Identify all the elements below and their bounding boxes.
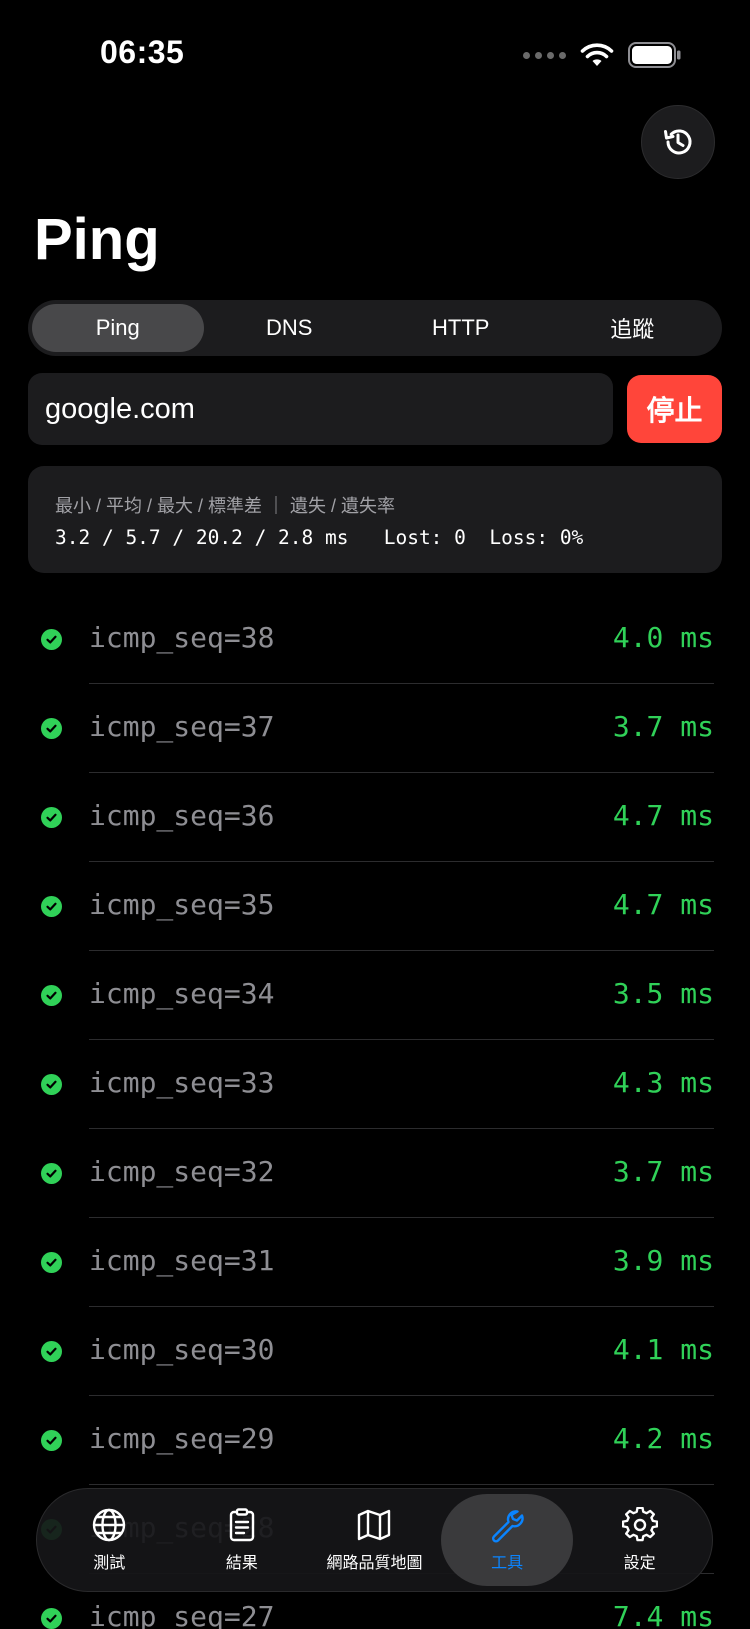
- ping-row: icmp_seq=33 4.3 ms: [0, 1040, 750, 1129]
- tab-results-label: 結果: [225, 1555, 258, 1572]
- segment-traceroute[interactable]: 追蹤: [547, 304, 719, 352]
- stats-label: 最小 / 平均 / 最大 / 標準差 ｜ 遺失 / 遺失率: [55, 496, 396, 516]
- segment-dns[interactable]: DNS: [204, 304, 376, 352]
- segment-ping[interactable]: Ping: [32, 304, 204, 352]
- ping-row: icmp_seq=30 4.1 ms: [0, 1307, 750, 1396]
- ping-rtt: 4.7 ms: [612, 799, 714, 832]
- ping-row: icmp_seq=37 3.7 ms: [0, 684, 750, 773]
- ping-seq: icmp_seq=37: [89, 710, 275, 743]
- ping-seq: icmp_seq=30: [89, 1333, 275, 1366]
- ping-row: icmp_seq=36 4.7 ms: [0, 773, 750, 862]
- battery-icon: [628, 42, 681, 68]
- ping-rtt: 3.5 ms: [612, 977, 714, 1010]
- success-check-icon: [41, 985, 62, 1006]
- history-button[interactable]: [641, 105, 715, 179]
- ping-row: icmp_seq=31 3.9 ms: [0, 1218, 750, 1307]
- stats-card: 最小 / 平均 / 最大 / 標準差 ｜ 遺失 / 遺失率 3.2 / 5.7 …: [28, 466, 722, 573]
- tab-tools[interactable]: 工具: [440, 1494, 574, 1586]
- wifi-icon: [580, 43, 614, 66]
- tab-quality-map-label: 網路品質地圖: [326, 1555, 423, 1572]
- map-icon: [358, 1509, 391, 1541]
- tool-segmented-control: Ping DNS HTTP 追蹤: [28, 300, 722, 356]
- host-input[interactable]: google.com: [28, 373, 613, 445]
- history-icon: [664, 129, 692, 155]
- gear-icon: [621, 1507, 658, 1542]
- status-indicators: [523, 40, 682, 70]
- ping-rtt: 4.3 ms: [612, 1066, 714, 1099]
- success-check-icon: [41, 718, 62, 739]
- success-check-icon: [41, 1341, 62, 1362]
- ping-seq: icmp_seq=32: [89, 1155, 275, 1188]
- ping-row: icmp_seq=35 4.7 ms: [0, 862, 750, 951]
- ping-rtt: 4.2 ms: [612, 1422, 714, 1455]
- ping-rtt: 3.9 ms: [612, 1244, 714, 1277]
- ping-rtt: 7.4 ms: [612, 1600, 714, 1629]
- page-title: Ping: [34, 207, 160, 272]
- tab-test-label: 測試: [93, 1555, 126, 1572]
- stats-values: 3.2 / 5.7 / 20.2 / 2.8 ms Lost: 0 Loss: …: [55, 526, 584, 549]
- ping-seq: icmp_seq=38: [89, 621, 275, 654]
- ping-seq: icmp_seq=33: [89, 1066, 275, 1099]
- stop-button[interactable]: 停止: [627, 375, 722, 443]
- ping-rtt: 4.7 ms: [612, 888, 714, 921]
- success-check-icon: [41, 1074, 62, 1095]
- status-time: 06:35: [100, 34, 185, 70]
- tab-bar: 測試 結果 網路品質地圖 工具 設定: [36, 1488, 713, 1592]
- signal-dots-icon: [523, 51, 566, 59]
- ping-seq: icmp_seq=27: [89, 1600, 275, 1629]
- ping-row: icmp_seq=32 3.7 ms: [0, 1129, 750, 1218]
- ping-seq: icmp_seq=36: [89, 799, 275, 832]
- tab-quality-map[interactable]: 網路品質地圖: [308, 1494, 441, 1586]
- tab-settings-label: 設定: [623, 1555, 656, 1572]
- ping-seq: icmp_seq=29: [89, 1422, 275, 1455]
- ping-result-list: icmp_seq=38 4.0 ms icmp_seq=37 3.7 ms icmp_s…: [0, 595, 750, 1629]
- ping-seq: icmp_seq=35: [89, 888, 275, 921]
- tab-results[interactable]: 結果: [176, 1494, 309, 1586]
- ping-row: icmp_seq=38 4.0 ms: [0, 595, 750, 684]
- wrench-icon: [492, 1510, 524, 1543]
- success-check-icon: [41, 807, 62, 828]
- clipboard-icon: [229, 1508, 255, 1542]
- tab-test[interactable]: 測試: [43, 1494, 176, 1586]
- success-check-icon: [41, 1252, 62, 1273]
- success-check-icon: [41, 629, 62, 650]
- success-check-icon: [41, 896, 62, 917]
- ping-seq: icmp_seq=34: [89, 977, 275, 1010]
- ping-rtt: 4.0 ms: [612, 621, 714, 654]
- globe-icon: [93, 1508, 126, 1542]
- ping-row: icmp_seq=34 3.5 ms: [0, 951, 750, 1040]
- ping-rtt: 3.7 ms: [612, 710, 714, 743]
- success-check-icon: [41, 1608, 62, 1629]
- ping-row: icmp_seq=29 4.2 ms: [0, 1396, 750, 1485]
- tab-settings[interactable]: 設定: [573, 1494, 706, 1586]
- success-check-icon: [41, 1430, 62, 1451]
- ping-seq: icmp_seq=31: [89, 1244, 275, 1277]
- ping-rtt: 4.1 ms: [612, 1333, 714, 1366]
- success-check-icon: [41, 1163, 62, 1184]
- ping-rtt: 3.7 ms: [612, 1155, 714, 1188]
- segment-http[interactable]: HTTP: [375, 304, 547, 352]
- tab-tools-label: 工具: [491, 1555, 524, 1572]
